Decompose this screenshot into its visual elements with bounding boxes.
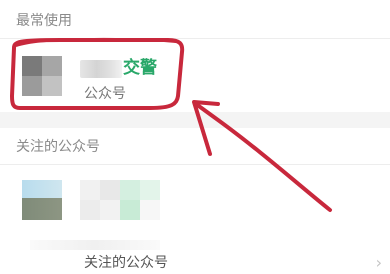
- section-title-frequent: 最常使用: [16, 13, 72, 29]
- blurred-account-name: [80, 60, 122, 78]
- list-item-followed-account[interactable]: [0, 166, 390, 230]
- wechat-search-screen: 最常使用 交警 公众号 关注的公众号 关注的公众号 ›: [0, 0, 390, 274]
- chevron-right-icon: ›: [375, 253, 382, 272]
- section-title-followed: 关注的公众号: [16, 139, 100, 155]
- account-type-label: 公众号: [84, 86, 126, 102]
- list-item-frequent-account[interactable]: 交警 公众号: [0, 34, 390, 110]
- followed-accounts-link[interactable]: 关注的公众号 ›: [0, 240, 390, 274]
- blurred-content: [30, 240, 160, 250]
- account-name: 交警: [123, 58, 157, 78]
- avatar: [22, 180, 62, 220]
- divider: [0, 164, 390, 165]
- section-gap: [0, 112, 390, 128]
- followed-accounts-label: 关注的公众号: [84, 255, 168, 271]
- blurred-account-name: [80, 180, 160, 220]
- avatar: [22, 56, 62, 96]
